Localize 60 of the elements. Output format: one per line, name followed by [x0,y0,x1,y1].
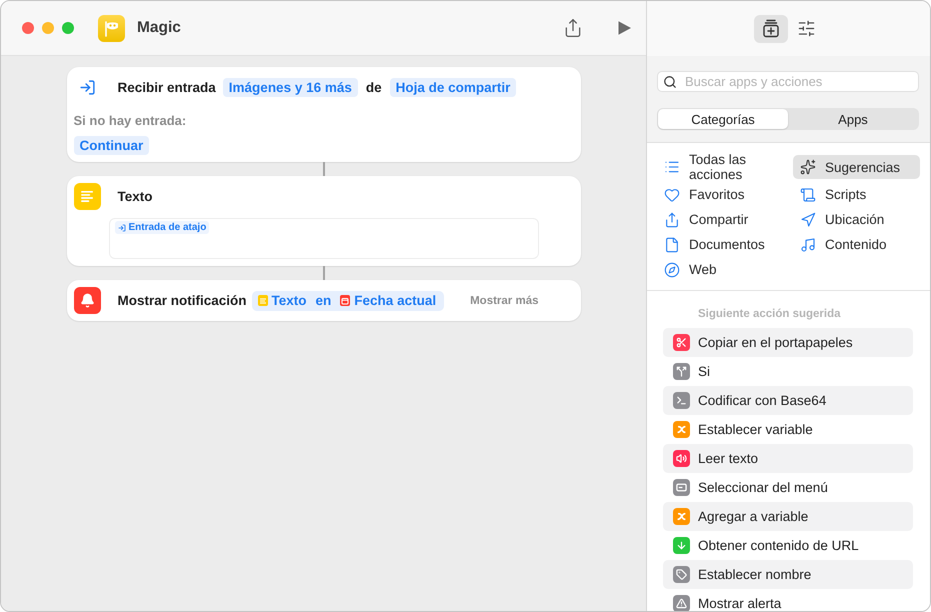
connector-line [322,162,324,176]
category-item[interactable]: Sugerencias [793,155,920,179]
fallback-label: Si no hay entrada: [74,114,186,128]
category-item[interactable]: Web [657,258,724,282]
action-row[interactable]: Si [663,357,913,386]
action-row[interactable]: Obtener contenido de URL [663,531,913,560]
location-arrow-icon [800,212,816,228]
action-title: Mostrar notificación [118,293,247,308]
text-lines-icon [74,183,100,210]
enter-icon [118,224,126,232]
action-row[interactable]: Mostrar alerta [663,589,913,611]
category-item[interactable]: Documentos [657,232,772,256]
document-icon [664,236,680,252]
category-item[interactable]: Contenido [793,232,894,256]
mask-icon [98,14,125,42]
variable-token[interactable]: Entrada de atajo [114,221,210,234]
parameter-text: en [316,293,332,308]
sparkles-icon [800,159,816,175]
category-item[interactable]: Compartir [657,208,756,232]
action-title: Recibir entrada [118,80,216,95]
parameter-token[interactable]: Hoja de compartir [390,78,516,97]
search-icon [663,75,677,89]
category-item[interactable]: Favoritos [657,182,752,206]
category-item[interactable]: Scripts [793,182,874,206]
scroll-icon [800,186,816,202]
variable-token[interactable]: Fecha actual [338,292,438,310]
section-heading: Siguiente acción sugerida [698,307,841,321]
stacked-plus-icon [762,19,780,38]
library-tab-button[interactable] [754,14,788,42]
action-row[interactable]: Seleccionar del menú [663,473,913,502]
parameter-text: de [366,80,382,95]
category-item[interactable]: Ubicación [793,208,892,232]
action-row[interactable]: Establecer nombre [663,560,913,589]
parameter-token[interactable]: Imágenes y 16 más [222,78,358,97]
share-icon [664,212,680,228]
bell-icon [74,287,100,314]
run-button[interactable] [617,20,632,36]
segment-tab[interactable]: Categorías [658,109,788,129]
parameter-token[interactable]: Continuar [74,136,150,155]
connector-line [322,266,324,280]
share-button[interactable] [563,18,583,38]
action-row[interactable]: Codificar con Base64 [663,386,913,415]
action-row[interactable]: Copiar en el portapapeles [663,328,913,357]
parameter-field[interactable]: Texto en Fecha actual [252,290,444,310]
window-title: Magic [137,19,181,37]
segment-tab[interactable]: Apps [788,109,918,129]
search-field[interactable]: Buscar apps y acciones [657,71,919,92]
music-note-icon [800,236,816,252]
text-field[interactable]: Entrada de atajo [108,218,538,259]
action-title: Texto [118,189,153,204]
sliders-icon [797,19,816,38]
action-row[interactable]: Agregar a variable [663,502,913,531]
action-row[interactable]: Leer texto [663,444,913,473]
heart-icon [664,186,680,202]
variable-token[interactable]: Texto [256,292,309,310]
close-button[interactable] [22,22,34,34]
enter-icon [78,79,96,96]
action-row[interactable]: Establecer variable [663,415,913,444]
category-item[interactable]: Todas las acciones [657,152,793,182]
compass-icon [664,262,680,278]
